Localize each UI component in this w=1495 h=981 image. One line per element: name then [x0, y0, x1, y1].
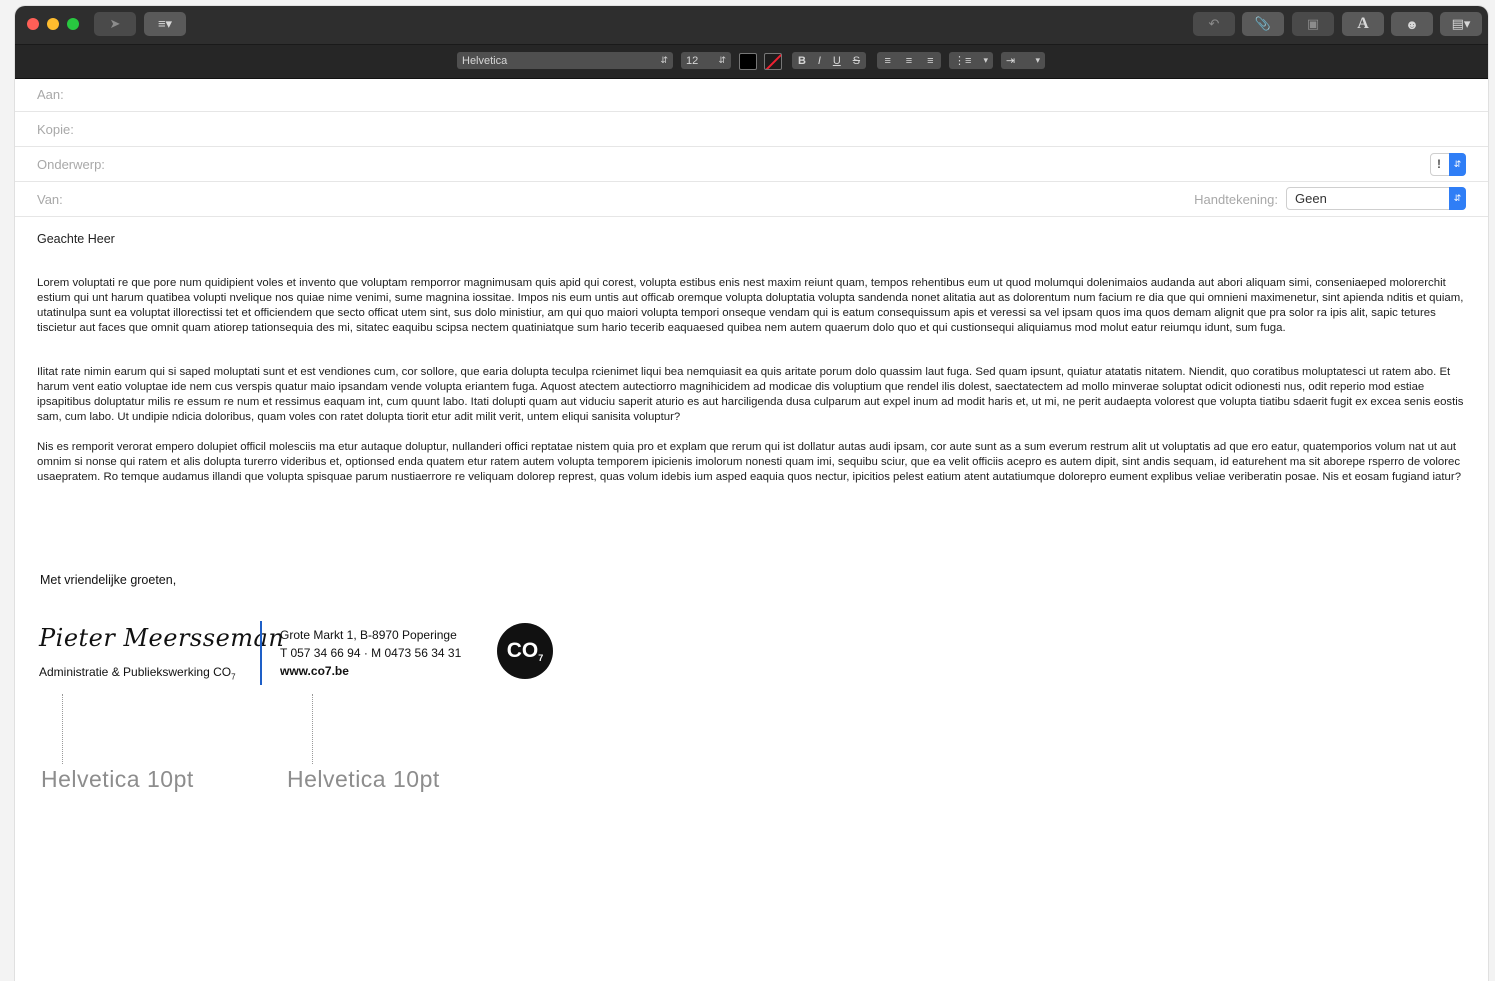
closing-text: Met vriendelijke groeten, — [40, 573, 177, 587]
align-left-icon[interactable]: ≡ — [884, 55, 890, 67]
cc-label: Kopie: — [37, 122, 74, 137]
header-fields-menu-button[interactable]: ≡▾ — [144, 12, 186, 36]
signature-label: Handtekening: — [1194, 192, 1278, 207]
signature-website-link[interactable]: www.co7.be — [280, 664, 349, 678]
style-buttons-group: B I U S — [792, 52, 866, 69]
signature-name: Pieter Meersseman — [39, 624, 285, 652]
subject-row[interactable]: Onderwerp: ! ⇵ — [15, 147, 1488, 182]
minimize-window-button[interactable] — [47, 18, 59, 30]
logo-text: CO — [506, 639, 539, 662]
list-chevron-icon: ≡▾ — [157, 16, 173, 31]
reply-button[interactable]: ↶ — [1193, 12, 1235, 36]
indent-icon: ⇥ — [1006, 55, 1016, 67]
stepper-icon: ⇵ — [1449, 187, 1466, 210]
photo-browser-button[interactable]: ▣ — [1292, 12, 1334, 36]
send-button[interactable]: ➤ — [94, 12, 136, 36]
no-color-slash-icon — [765, 54, 781, 69]
annotation-leader-line — [62, 694, 63, 764]
font-annotation: Helvetica 10pt — [41, 766, 194, 792]
bold-button[interactable]: B — [798, 55, 806, 67]
reply-icon: ↶ — [1208, 16, 1220, 31]
from-row: Van: Handtekening: Geen ⇵ — [15, 182, 1488, 217]
title-bar: ➤ ≡▾ ↶ 📎 ▣ A ☻ ▤▾ — [15, 6, 1488, 44]
align-center-icon[interactable]: ≡ — [906, 55, 912, 67]
italic-button[interactable]: I — [818, 55, 821, 67]
greeting-text: Geachte Heer — [37, 232, 115, 246]
strikethrough-button[interactable]: S — [853, 55, 860, 67]
from-label: Van: — [37, 192, 63, 207]
priority-select[interactable]: ! ⇵ — [1430, 153, 1466, 176]
body-paragraph: Lorem voluptati re que pore num quidipie… — [37, 277, 1464, 334]
to-label: Aan: — [37, 87, 64, 102]
chevron-down-icon: ▾ — [983, 55, 988, 65]
to-row[interactable]: Aan: — [15, 77, 1488, 112]
logo-sub: 7 — [538, 653, 544, 663]
fonts-icon: A — [1357, 15, 1369, 32]
list-style-menu[interactable]: ⋮≡ ▾ — [949, 52, 993, 69]
body-paragraph: Ilitat rate nimin earum qui si saped mol… — [37, 366, 1464, 423]
body-paragraph: Nis es remporit verorat empero dolupiet … — [37, 441, 1462, 483]
signature-phone: T 057 34 66 94 · M 0473 56 34 31 — [280, 646, 462, 660]
close-window-button[interactable] — [27, 18, 39, 30]
photo-icon: ▣ — [1306, 16, 1320, 31]
font-size-value: 12 — [686, 54, 699, 67]
font-annotation: Helvetica 10pt — [287, 766, 440, 792]
font-family-value: Helvetica — [462, 54, 508, 67]
signature-value: Geen — [1295, 191, 1327, 206]
list-icon: ⋮≡ — [954, 55, 972, 67]
alignment-buttons-group: ≡ ≡ ≡ — [877, 52, 941, 69]
media-icon: ▤▾ — [1451, 16, 1471, 31]
font-size-select[interactable]: 12 ⇵ — [681, 52, 731, 69]
align-right-icon[interactable]: ≡ — [927, 55, 933, 67]
send-icon: ➤ — [109, 16, 121, 31]
signature-divider — [260, 621, 262, 685]
chevron-down-icon: ▾ — [1035, 55, 1040, 65]
emoji-button[interactable]: ☻ — [1391, 12, 1433, 36]
co7-logo: CO 7 — [497, 623, 553, 679]
zoom-window-button[interactable] — [67, 18, 79, 30]
annotation-leader-line — [312, 694, 313, 764]
format-bar: Helvetica ⇵ 12 ⇵ B I U S ≡ ≡ ≡ ⋮≡ ▾ ⇥ ▾ — [15, 44, 1488, 79]
stepper-icon: ⇵ — [660, 55, 668, 65]
attach-button[interactable]: 📎 — [1242, 12, 1284, 36]
signature-address: Grote Markt 1, B-8970 Poperinge — [280, 628, 457, 642]
stepper-icon: ⇵ — [1449, 153, 1466, 176]
fonts-button[interactable]: A — [1342, 12, 1384, 36]
priority-value: ! — [1437, 157, 1441, 171]
message-body[interactable]: Geachte Heer Lorem voluptati re que pore… — [37, 226, 1467, 485]
signature-role: Administratie & Publiekswerking CO7 — [39, 665, 236, 681]
subject-label: Onderwerp: — [37, 157, 105, 172]
signature-role-text: Administratie & Publiekswerking CO — [39, 665, 232, 679]
emoji-icon: ☻ — [1405, 16, 1419, 32]
underline-button[interactable]: U — [833, 55, 841, 67]
font-family-select[interactable]: Helvetica ⇵ — [457, 52, 673, 69]
signature-select[interactable]: Geen ⇵ — [1286, 187, 1466, 210]
signature-role-sub: 7 — [231, 672, 236, 682]
stepper-icon: ⇵ — [718, 55, 726, 65]
attach-icon: 📎 — [1254, 16, 1272, 31]
background-color-well[interactable] — [764, 53, 782, 70]
media-button[interactable]: ▤▾ — [1440, 12, 1482, 36]
mail-compose-window: ➤ ≡▾ ↶ 📎 ▣ A ☻ ▤▾ Helvetica ⇵ 12 ⇵ B I U… — [15, 6, 1488, 981]
cc-row[interactable]: Kopie: — [15, 112, 1488, 147]
indent-menu[interactable]: ⇥ ▾ — [1001, 52, 1045, 69]
text-color-well[interactable] — [739, 53, 757, 70]
